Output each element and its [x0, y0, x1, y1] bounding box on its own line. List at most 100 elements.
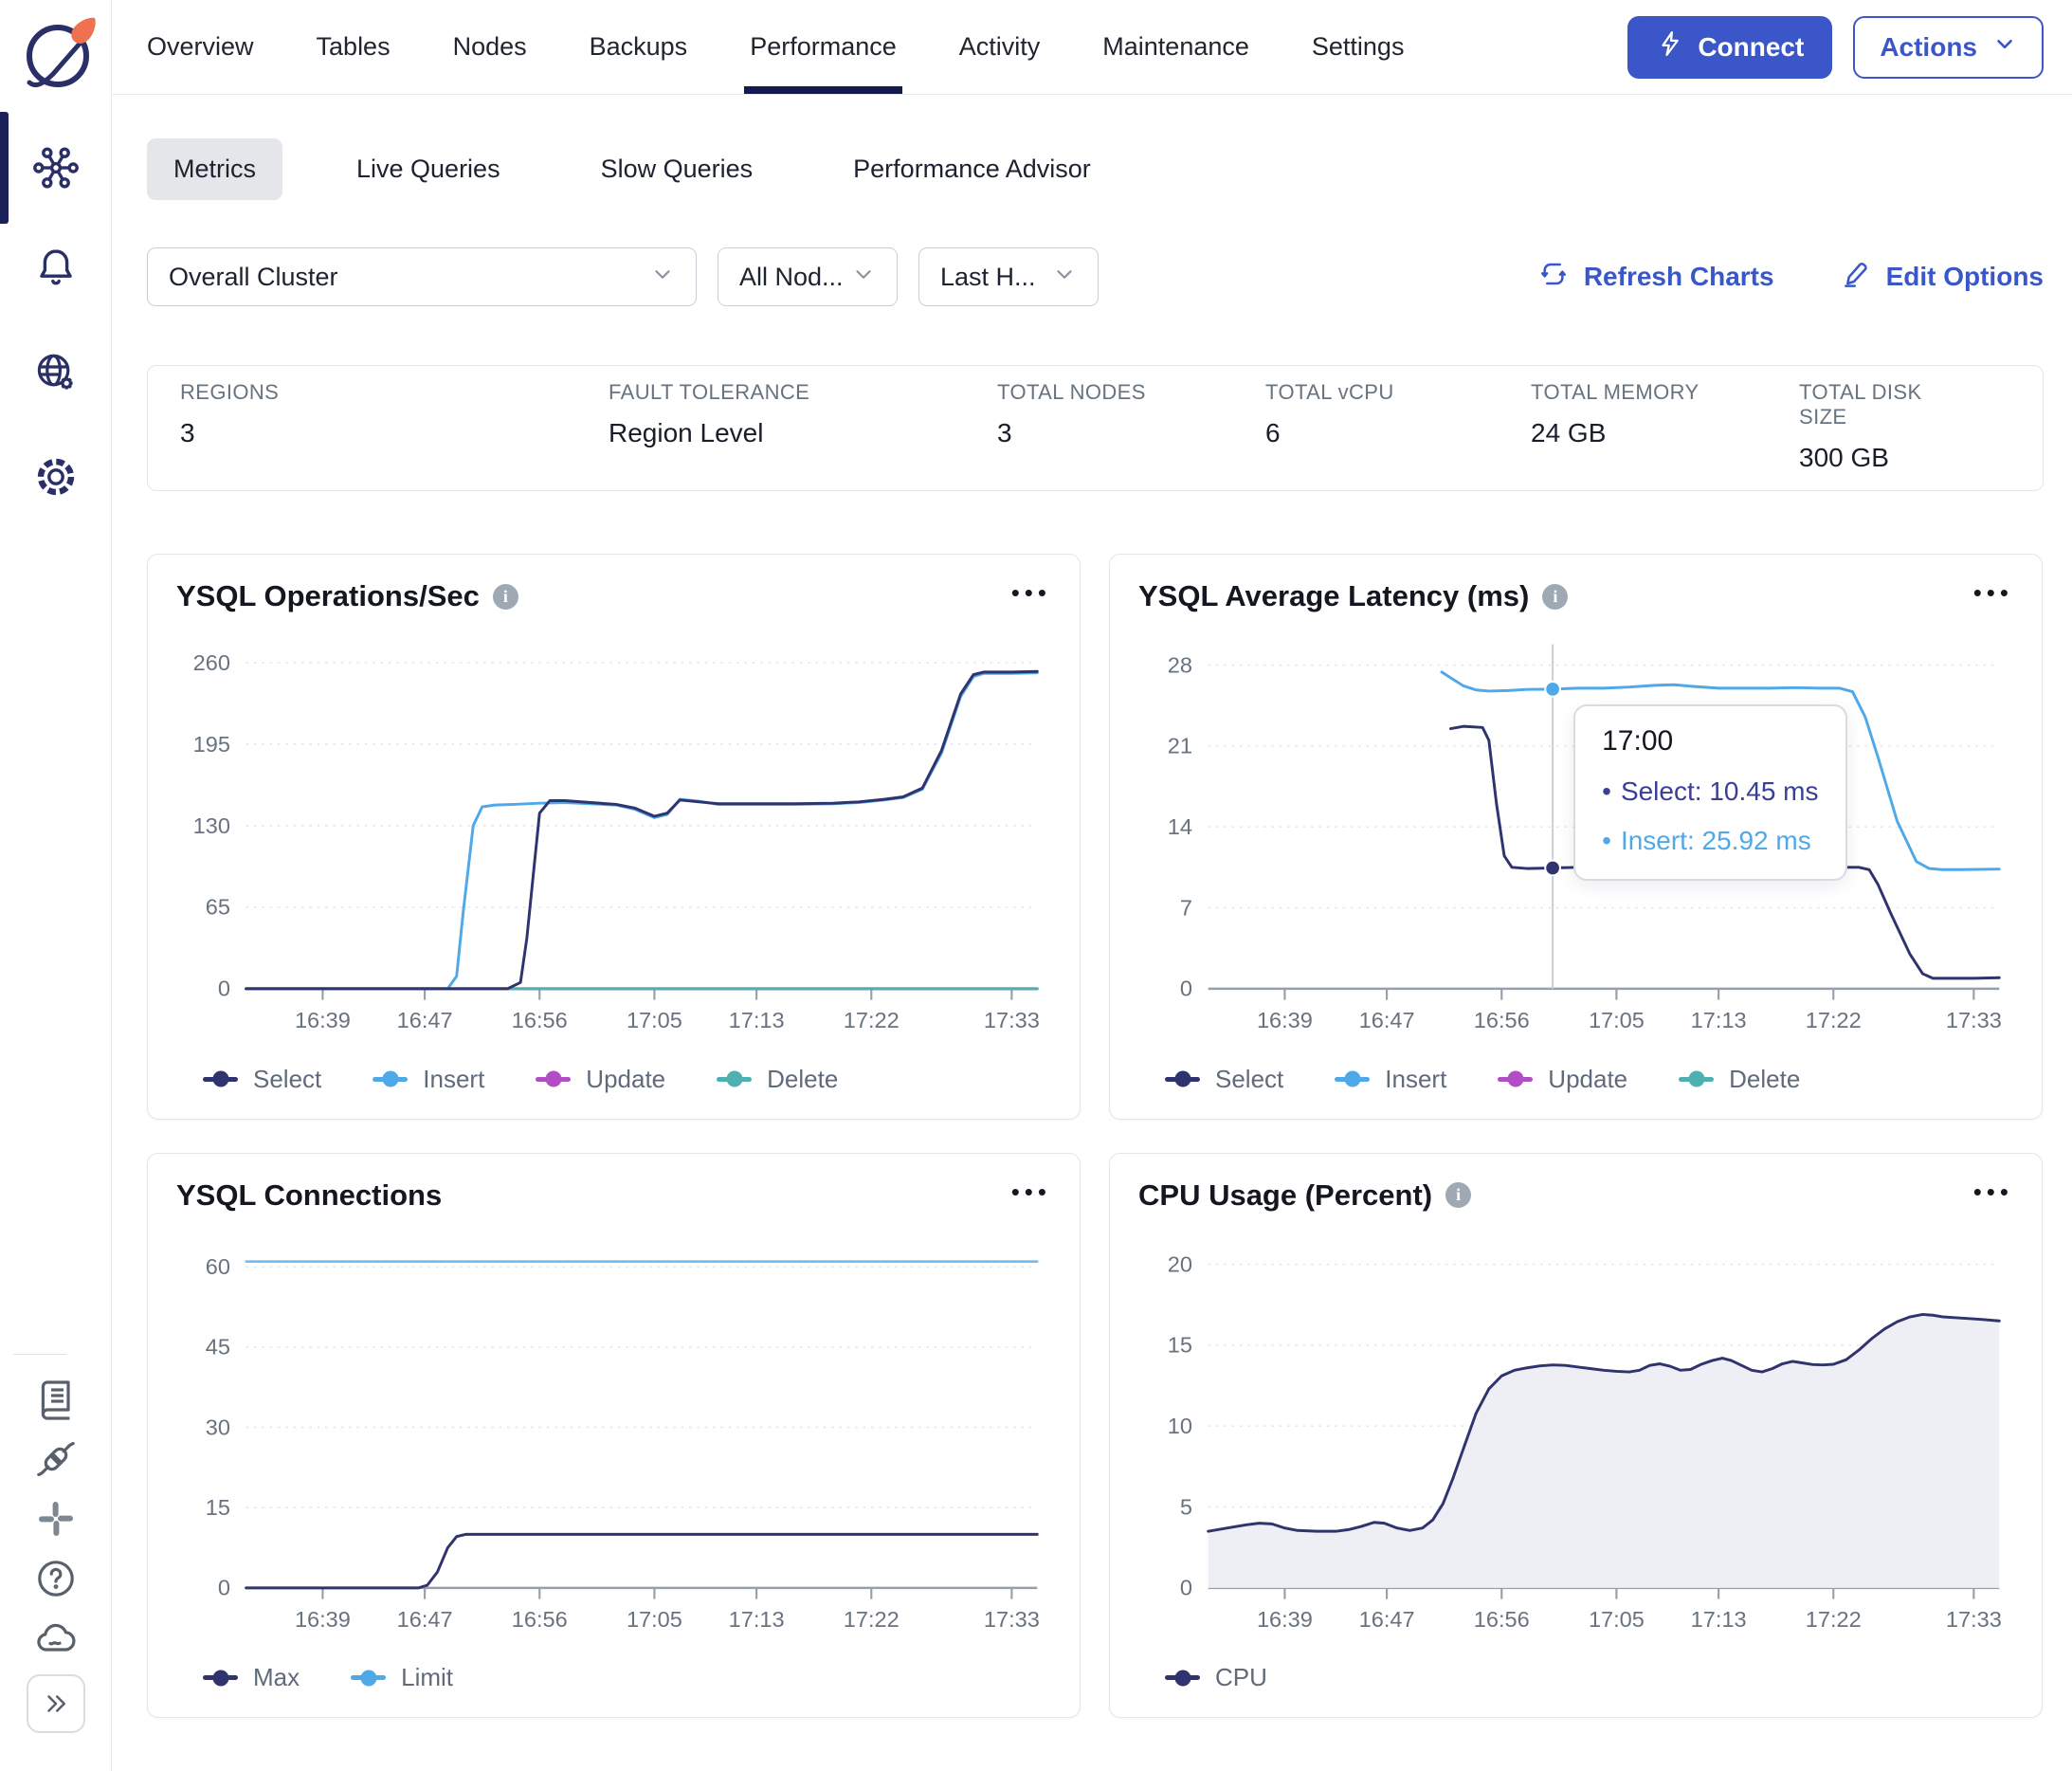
bolt-icon	[1656, 29, 1684, 64]
svg-text:0: 0	[1180, 977, 1192, 1001]
connect-button[interactable]: Connect	[1627, 15, 1833, 79]
legend-item-update[interactable]: Update	[536, 1065, 665, 1094]
tab-nodes[interactable]: Nodes	[453, 0, 527, 94]
tooltip-row: • Insert: 25.92 ms	[1602, 825, 1811, 855]
top-navigation: Overview Tables Nodes Backups Performance Act…	[112, 0, 2072, 95]
refresh-charts-button[interactable]: Refresh Charts	[1538, 259, 1774, 296]
tab-overview[interactable]: Overview	[147, 0, 254, 94]
legend-item-cpu[interactable]: CPU	[1165, 1663, 1267, 1692]
legend-item-delete[interactable]: Delete	[717, 1065, 838, 1094]
stat-label: TOTAL MEMORY	[1531, 380, 1699, 404]
stat-value: 3	[180, 418, 195, 447]
cloud-icon[interactable]	[0, 1616, 112, 1661]
svg-text:30: 30	[206, 1415, 230, 1439]
svg-text:260: 260	[193, 650, 230, 675]
chart-legend: Select Insert Update Delete	[176, 1059, 1051, 1102]
svg-text:7: 7	[1180, 895, 1192, 920]
subtab-live-queries[interactable]: Live Queries	[330, 138, 527, 200]
info-icon[interactable]: i	[1445, 1182, 1472, 1208]
plug-icon[interactable]	[0, 1436, 112, 1482]
chart-menu-icon[interactable]: •••	[1973, 580, 2013, 612]
svg-text:16:56: 16:56	[1474, 1607, 1530, 1632]
time-range-select[interactable]: Last H...	[918, 247, 1099, 306]
chart-menu-icon[interactable]: •••	[1973, 1179, 2013, 1212]
chart-legend: CPU	[1138, 1657, 2013, 1700]
help-icon[interactable]	[0, 1556, 112, 1601]
svg-text:0: 0	[218, 977, 230, 1001]
tab-maintenance[interactable]: Maintenance	[1102, 0, 1249, 94]
gear-icon[interactable]	[0, 454, 112, 500]
cluster-select[interactable]: Overall Cluster	[147, 247, 697, 306]
tab-backups[interactable]: Backups	[590, 0, 688, 94]
legend-label: Select	[253, 1064, 322, 1093]
chevron-down-icon	[650, 262, 675, 293]
info-icon[interactable]: i	[1542, 583, 1569, 610]
legend-label: Limit	[401, 1663, 454, 1691]
stat-label: REGIONS	[180, 380, 280, 404]
nodes-select[interactable]: All Nod...	[718, 247, 898, 306]
legend-item-select[interactable]: Select	[1165, 1065, 1283, 1094]
legend-marker	[351, 1675, 387, 1680]
book-icon[interactable]	[0, 1377, 112, 1422]
svg-text:17:13: 17:13	[729, 1008, 785, 1032]
legend-item-select[interactable]: Select	[203, 1065, 321, 1094]
collapse-icon[interactable]	[27, 1674, 85, 1733]
svg-text:0: 0	[218, 1575, 230, 1599]
legend-marker	[203, 1675, 238, 1680]
legend-item-delete[interactable]: Delete	[1679, 1065, 1800, 1094]
chevron-down-icon	[851, 262, 876, 293]
slack-icon[interactable]	[0, 1496, 112, 1542]
legend-marker	[1165, 1076, 1200, 1082]
legend-label: CPU	[1215, 1663, 1267, 1691]
svg-text:28: 28	[1168, 652, 1192, 677]
tab-tables[interactable]: Tables	[317, 0, 391, 94]
cluster-icon[interactable]	[0, 145, 112, 191]
tab-performance[interactable]: Performance	[744, 0, 902, 94]
legend-item-limit[interactable]: Limit	[351, 1663, 453, 1692]
subtab-performance-advisor[interactable]: Performance Advisor	[827, 138, 1118, 200]
globe-gear-icon[interactable]	[0, 350, 112, 395]
legend-marker	[1679, 1076, 1715, 1082]
tooltip-time: 17:00	[1602, 724, 1674, 757]
chart-canvas: 0 15 30 45 60 16:39 16:47 16:56 17:05 17:13 17:22 1…	[206, 1254, 1040, 1632]
legend-marker	[536, 1076, 572, 1082]
tab-settings[interactable]: Settings	[1312, 0, 1405, 94]
legend-marker	[717, 1076, 753, 1082]
chart-card-ysql-operations-sec: YSQL Operations/Sec i ••• 0 65 130 195 260 16:39…	[147, 554, 1081, 1120]
chart-title: CPU Usage (Percent)	[1138, 1178, 1433, 1212]
svg-text:15: 15	[206, 1495, 230, 1520]
chart-menu-icon[interactable]: •••	[1011, 580, 1051, 612]
filter-row: Overall Cluster All Nod... Last H... Ref…	[147, 247, 2044, 306]
tab-activity[interactable]: Activity	[959, 0, 1041, 94]
chart-card-cpu-usage-percent-: CPU Usage (Percent) i ••• 0 5 10 15 20 16:39 16:4…	[1109, 1152, 2043, 1718]
stat-total-nodes: TOTAL NODES 3	[997, 380, 1265, 473]
subtab-metrics[interactable]: Metrics	[147, 138, 282, 200]
cluster-stats-bar: REGIONS 3 FAULT TOLERANCE Region Level TOTAL…	[147, 365, 2044, 491]
legend-item-max[interactable]: Max	[203, 1663, 300, 1692]
subtab-slow-queries[interactable]: Slow Queries	[574, 138, 780, 200]
svg-text:20: 20	[1168, 1251, 1192, 1276]
legend-label: Select	[1215, 1064, 1284, 1093]
legend-item-insert[interactable]: Insert	[373, 1065, 484, 1094]
edit-options-button[interactable]: Edit Options	[1841, 259, 2044, 296]
svg-text:195: 195	[193, 732, 230, 757]
legend-marker	[203, 1076, 238, 1082]
svg-text:17:05: 17:05	[1589, 1008, 1645, 1032]
chart-title: YSQL Average Latency (ms)	[1138, 579, 1530, 612]
chart-canvas: 0 65 130 195 260 16:39 16:47 16:56 17:05 17:13 17:…	[193, 650, 1040, 1032]
legend-marker	[1335, 1076, 1371, 1082]
legend-label: Delete	[767, 1064, 839, 1093]
legend-label: Update	[586, 1064, 666, 1093]
bell-icon[interactable]	[0, 245, 112, 290]
svg-text:14: 14	[1168, 814, 1192, 839]
svg-text:17:13: 17:13	[1691, 1008, 1747, 1032]
legend-label: Max	[253, 1663, 300, 1691]
yugabyte-logo[interactable]	[15, 9, 102, 97]
chart-menu-icon[interactable]: •••	[1011, 1179, 1051, 1212]
legend-item-update[interactable]: Update	[1498, 1065, 1627, 1094]
info-icon[interactable]: i	[492, 583, 518, 610]
svg-text:16:39: 16:39	[295, 1607, 351, 1632]
actions-button[interactable]: Actions	[1853, 15, 2044, 79]
stat-regions: REGIONS 3	[180, 380, 609, 473]
legend-item-insert[interactable]: Insert	[1335, 1065, 1446, 1094]
